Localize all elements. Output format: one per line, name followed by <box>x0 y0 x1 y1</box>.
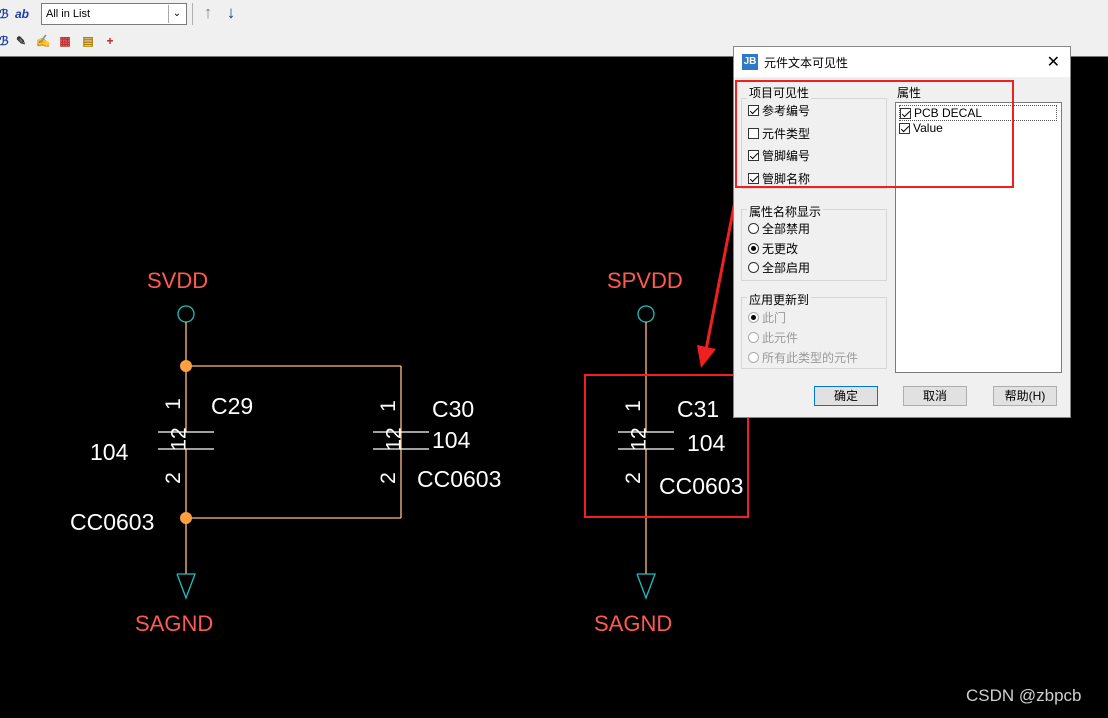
ok-button[interactable]: 确定 <box>814 386 878 406</box>
radio-disable-all[interactable]: 全部禁用 <box>748 220 810 237</box>
c30-pin12-number: 12 <box>382 427 406 451</box>
radio-icon[interactable] <box>748 312 759 323</box>
radio-icon[interactable] <box>748 243 759 254</box>
radio-label: 全部禁用 <box>762 222 811 236</box>
radio-icon[interactable] <box>748 223 759 234</box>
dialog-title-bar: JB 元件文本可见性 ✕ <box>734 47 1070 77</box>
radio-all-of-type[interactable]: 所有此类型的元件 <box>748 349 858 366</box>
c29-decal-label[interactable]: CC0603 <box>70 509 154 536</box>
net-label-svdd: SVDD <box>147 268 209 293</box>
svdd-power-symbol <box>177 305 195 366</box>
radio-no-change[interactable]: 无更改 <box>748 240 798 257</box>
watermark: CSDN @zbpcb <box>966 686 1082 705</box>
radio-icon[interactable] <box>748 332 759 343</box>
junction-dot-bottom <box>180 512 192 524</box>
visibility-highlight-box <box>735 80 1014 188</box>
c29-value-label[interactable]: 104 <box>90 439 128 466</box>
radio-label: 无更改 <box>762 242 799 256</box>
attr-name-display-label: 属性名称显示 <box>747 203 824 220</box>
c30-pin2-number: 2 <box>376 472 400 484</box>
radio-this-gate[interactable]: 此门 <box>748 309 786 326</box>
help-button[interactable]: 帮助(H) <box>993 386 1057 406</box>
c30-decal-label[interactable]: CC0603 <box>417 466 501 493</box>
sagnd-left-ground-symbol <box>176 573 196 600</box>
c29-pin2-number: 2 <box>161 472 185 484</box>
app-icon: JB <box>742 54 758 70</box>
net-label-spvdd: SPVDD <box>607 268 683 293</box>
close-icon[interactable]: ✕ <box>1047 52 1060 72</box>
radio-label: 所有此类型的元件 <box>762 351 859 365</box>
junction-dot-top <box>180 360 192 372</box>
radio-label: 此门 <box>762 311 787 325</box>
radio-icon[interactable] <box>748 262 759 273</box>
net-label-sagnd-left: SAGND <box>135 611 214 636</box>
net-label-sagnd-right: SAGND <box>594 611 673 636</box>
annotation-arrow <box>697 195 738 368</box>
radio-enable-all[interactable]: 全部启用 <box>748 259 810 276</box>
apply-to-label: 应用更新到 <box>747 291 812 308</box>
c30-ref-label[interactable]: C30 <box>432 396 474 423</box>
dialog-title: 元件文本可见性 <box>764 56 849 70</box>
radio-this-part[interactable]: 此元件 <box>748 329 798 346</box>
c30-value-label[interactable]: 104 <box>432 427 470 454</box>
c29-pin12-number: 12 <box>167 427 191 451</box>
c29-ref-label[interactable]: C29 <box>211 393 253 420</box>
c31-highlight-box <box>584 374 749 518</box>
c29-pin1-number: 1 <box>161 398 185 410</box>
c30-pin1-number: 1 <box>376 400 400 412</box>
radio-icon[interactable] <box>748 352 759 363</box>
radio-label: 此元件 <box>762 331 799 345</box>
cancel-button[interactable]: 取消 <box>903 386 967 406</box>
radio-label: 全部启用 <box>762 261 811 275</box>
sagnd-right-ground-symbol <box>636 573 656 600</box>
